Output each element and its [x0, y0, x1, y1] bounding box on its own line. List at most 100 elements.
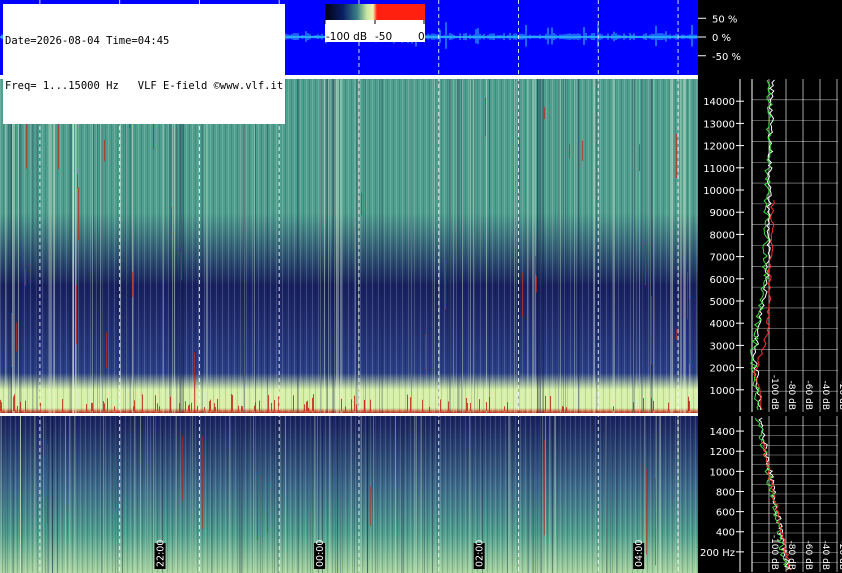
spectrogram-low-peak-streak: [544, 439, 545, 536]
spectrogram-streak: [462, 79, 463, 413]
spectrogram-low-peak: [214, 403, 215, 411]
spectrogram-streak: [13, 79, 15, 413]
spectrogram-streak: [382, 79, 383, 413]
spectrogram-low-streak: [147, 416, 148, 573]
spectrogram-low-peak: [407, 394, 408, 411]
spectrogram-streak: [169, 79, 171, 413]
spectrogram-low-streak: [542, 416, 543, 573]
spectrogram-streak: [574, 79, 575, 413]
spectrogram-low-peak: [13, 396, 14, 411]
spectrogram-streak: [102, 79, 103, 413]
spectrogram-streak: [174, 79, 175, 413]
spectrogram-low-streak: [192, 416, 193, 573]
spectrum-db-tick-label: -60 dB: [803, 381, 813, 410]
spectrogram-low-peak: [215, 407, 216, 411]
spectrogram-low-peak: [313, 394, 314, 411]
spectrogram-low-peak: [613, 406, 614, 411]
spectrogram-low-streak: [424, 416, 425, 573]
spectrogram-low-peak: [271, 402, 272, 411]
spectrogram-peak-streak: [25, 268, 26, 286]
spectrogram-low-streak: [253, 416, 254, 573]
frequency-tick-label: 10000: [703, 186, 735, 197]
spectrogram-full: [0, 79, 698, 420]
spectrogram-low-peak: [351, 399, 352, 411]
colorbar-tick-high: 0: [418, 31, 425, 43]
spectrogram-low-peak-streak: [646, 469, 647, 555]
spectrogram-low-peak: [210, 399, 211, 411]
frequency-tick-label: 1400: [710, 427, 735, 438]
spectrogram-low-peak: [242, 406, 243, 411]
spectrogram-streak: [182, 79, 183, 413]
spectrogram-streak: [36, 79, 38, 413]
frequency-tick-label: 12000: [703, 142, 735, 153]
spectrogram-low-peak: [0, 399, 1, 411]
spectrogram-streak: [473, 79, 474, 413]
spectrogram-streak: [411, 79, 412, 413]
spectrogram-streak: [180, 79, 182, 413]
spectrogram-low-peak: [204, 407, 205, 411]
spectrogram-peak-streak: [519, 138, 520, 192]
spectrogram-streak: [379, 79, 380, 413]
spectrogram-low-streak: [354, 416, 355, 573]
spectrogram-streak: [486, 79, 487, 413]
spectrogram-streak: [298, 79, 299, 413]
spectrogram-streak: [565, 79, 566, 413]
frequency-tick-label: 3000: [710, 341, 735, 352]
spectrogram-low-peak: [191, 402, 192, 411]
spectrogram-low-streak: [274, 416, 275, 573]
spectrogram-low-peak: [307, 400, 308, 411]
spectrogram-streak: [133, 79, 134, 413]
spectrogram-low-peak: [364, 399, 365, 411]
spectrogram-streak: [457, 79, 459, 413]
spectrogram-streak: [542, 79, 544, 413]
spectrogram-streak: [474, 79, 475, 413]
spectrogram-low-peak: [563, 406, 564, 411]
spectrogram-streak: [100, 79, 101, 413]
spectrogram-low-streak: [140, 416, 141, 573]
spectrogram-streak: [449, 79, 451, 413]
spectrogram-streak: [320, 79, 321, 413]
spectrum-db-tick-label: -20 dB: [837, 381, 842, 410]
frequency-tick-label: 800: [716, 487, 735, 498]
spectrogram-streak: [183, 79, 184, 413]
spectrogram-streak: [578, 79, 579, 413]
spectrogram-low-peak: [312, 397, 313, 411]
spectrogram-low-peak: [188, 405, 189, 411]
spectrogram-streak: [641, 79, 643, 413]
spectrogram-low: [0, 416, 698, 573]
time-tick: 02:00: [473, 540, 486, 569]
spectrogram-streak: [19, 79, 21, 413]
spectrum-db-tick-label: -80 dB: [786, 381, 796, 410]
spectrogram-low-peak: [440, 399, 441, 411]
spectrogram-streak: [540, 79, 541, 413]
spectrogram-low-peak: [238, 405, 239, 411]
spectrogram-low-streak: [65, 416, 66, 573]
spectrogram-low-peak: [470, 402, 471, 411]
spectrum-db-tick: -80 dB: [786, 541, 796, 570]
spectrogram-peak-streak: [194, 351, 195, 420]
spectrogram-low-streak: [414, 416, 415, 573]
spectrogram-low-streak: [660, 416, 661, 573]
spectrogram-streak: [92, 79, 93, 413]
frequency-tick-label: 1000: [710, 386, 735, 397]
spectrogram-peak-streak: [485, 97, 486, 137]
spectrogram-low-peak: [107, 398, 108, 411]
spectrum-db-tick-label: -60 dB: [803, 541, 813, 570]
spectrogram-streak: [560, 79, 561, 413]
spectrogram-low-streak: [616, 416, 617, 573]
spectrogram-low-peak: [274, 400, 275, 411]
spectrogram-peak-streak: [544, 107, 545, 120]
spectrogram-peak-streak: [16, 322, 17, 352]
spectrogram-low-streak: [340, 416, 341, 573]
spectrogram-peak-streak: [676, 329, 677, 340]
time-tick: 22:00: [154, 540, 167, 569]
colorbar: -100 dB -50 0: [324, 4, 425, 43]
spectrogram-low-peak: [170, 396, 171, 411]
spectrogram-low-streak: [5, 416, 6, 573]
spectrogram-streak: [297, 79, 298, 413]
spectrogram-streak: [613, 79, 615, 413]
frequency-tick-label: 1200: [710, 447, 735, 458]
spectrogram-streak: [683, 79, 684, 413]
spectrogram-low-peak: [133, 406, 134, 411]
spectrogram-low-streak: [43, 416, 44, 573]
